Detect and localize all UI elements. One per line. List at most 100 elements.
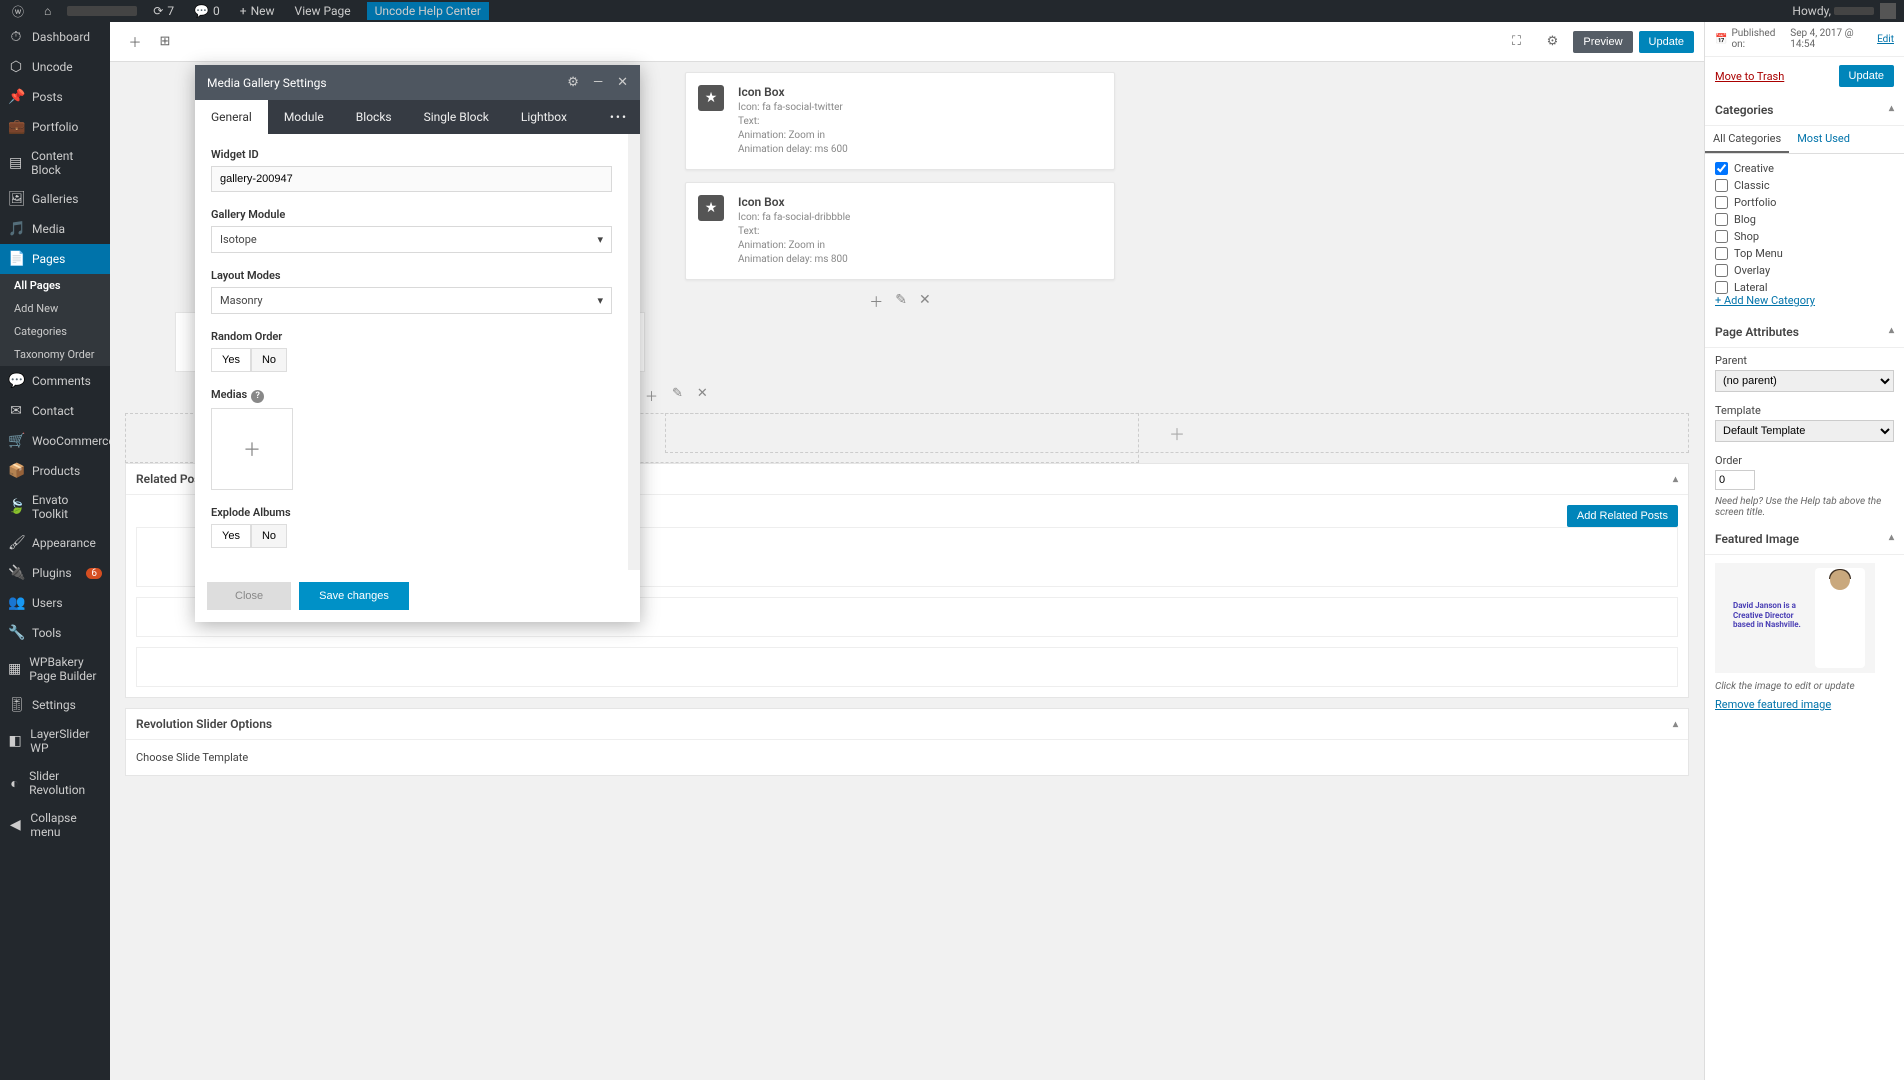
cat-classic[interactable]: Classic	[1715, 177, 1894, 194]
edit-icon[interactable]: ✎	[672, 386, 683, 405]
icon-box-block[interactable]: ★ Icon Box Icon: fa fa-social-dribbble T…	[685, 182, 1115, 280]
add-block-button[interactable]: ＋	[120, 27, 150, 57]
tab-lightbox[interactable]: Lightbox	[505, 100, 583, 134]
updates-link[interactable]: ⟳ 7	[149, 4, 178, 18]
uncode-help-link[interactable]: Uncode Help Center	[367, 2, 489, 20]
tab-general[interactable]: General	[195, 100, 268, 134]
modal-close-icon[interactable]: ✕	[617, 75, 628, 90]
preview-button[interactable]: Preview	[1573, 31, 1632, 53]
random-yes-button[interactable]: Yes	[211, 348, 251, 372]
add-media-button[interactable]: ＋	[211, 408, 293, 490]
tab-singleblock[interactable]: Single Block	[408, 100, 505, 134]
delete-icon[interactable]: ✕	[697, 386, 708, 405]
remove-featured-link[interactable]: Remove featured image	[1705, 698, 1904, 721]
comments-link[interactable]: 💬 0	[190, 4, 224, 18]
icon-box-block[interactable]: ★ Icon Box Icon: fa fa-social-twitter Te…	[685, 72, 1115, 170]
sidebar-item-contact[interactable]: ✉Contact	[0, 396, 110, 426]
widget-id-input[interactable]	[211, 166, 612, 192]
order-input[interactable]	[1715, 470, 1755, 490]
collapse-icon[interactable]: ▴	[1889, 325, 1894, 339]
tab-more-icon[interactable]: •••	[598, 100, 640, 134]
tab-most-used[interactable]: Most Used	[1789, 126, 1858, 153]
sidebar-item-revslider[interactable]: ◐Slider Revolution	[0, 762, 110, 804]
submenu-all-pages[interactable]: All Pages	[0, 274, 110, 297]
sidebar-item-settings[interactable]: 🎚Settings	[0, 690, 110, 720]
gallery-module-select[interactable]: Isotope▾	[211, 226, 612, 253]
sidebar-item-woo[interactable]: 🛒WooCommerce	[0, 426, 110, 456]
featured-image[interactable]: David Janson is a Creative Director base…	[1715, 563, 1875, 673]
cat-topmenu[interactable]: Top Menu	[1715, 245, 1894, 262]
howdy-text[interactable]: Howdy,	[1792, 4, 1874, 18]
sidebar-item-comments[interactable]: 💬Comments	[0, 366, 110, 396]
sidebar-item-portfolio[interactable]: 💼Portfolio	[0, 112, 110, 142]
sidebar-item-dashboard[interactable]: ⏱Dashboard	[0, 22, 110, 52]
add-related-button[interactable]: Add Related Posts	[1567, 505, 1678, 527]
fullscreen-icon[interactable]: ⛶	[1501, 27, 1531, 57]
update-button[interactable]: Update	[1639, 31, 1694, 53]
template-button[interactable]: ⊞	[150, 27, 180, 57]
sidebar-item-envato[interactable]: 🍃Envato Toolkit	[0, 486, 110, 528]
sidebar-item-contentblock[interactable]: ▤Content Block	[0, 142, 110, 184]
tab-all-categories[interactable]: All Categories	[1705, 126, 1789, 153]
add-category-link[interactable]: + Add New Category	[1705, 294, 1904, 317]
modal-minimize-icon[interactable]: —	[593, 75, 603, 90]
cat-portfolio[interactable]: Portfolio	[1715, 194, 1894, 211]
template-select[interactable]: Default Template	[1715, 420, 1894, 442]
add-element-button[interactable]: ＋	[665, 413, 1689, 453]
sidebar-item-appearance[interactable]: 🖌Appearance	[0, 528, 110, 558]
sidebar-item-users[interactable]: 👥Users	[0, 588, 110, 618]
site-name[interactable]	[67, 6, 137, 16]
cat-shop[interactable]: Shop	[1715, 228, 1894, 245]
collapse-icon[interactable]: ▴	[1673, 474, 1678, 485]
sidebar-item-layerslider[interactable]: ◧LayerSlider WP	[0, 720, 110, 762]
collapse-icon[interactable]: ▴	[1889, 103, 1894, 117]
add-icon[interactable]: ＋	[869, 292, 883, 312]
choose-slide-label: Choose Slide Template	[136, 751, 248, 764]
layout-select[interactable]: Masonry▾	[211, 287, 612, 314]
sidebar-item-pages[interactable]: 📄Pages	[0, 244, 110, 274]
submenu-categories[interactable]: Categories	[0, 320, 110, 343]
parent-select[interactable]: (no parent)	[1715, 370, 1894, 392]
explode-yes-button[interactable]: Yes	[211, 524, 251, 548]
help-icon[interactable]: ?	[251, 390, 264, 403]
tab-blocks[interactable]: Blocks	[340, 100, 408, 134]
published-date: Sep 4, 2017 @ 14:54	[1790, 28, 1873, 50]
sidebar-item-products[interactable]: 📦Products	[0, 456, 110, 486]
explode-no-button[interactable]: No	[251, 524, 287, 548]
random-no-button[interactable]: No	[251, 348, 287, 372]
tab-module[interactable]: Module	[268, 100, 340, 134]
cat-overlay[interactable]: Overlay	[1715, 262, 1894, 279]
wp-logo-icon[interactable]: ⓦ	[8, 3, 28, 20]
cat-blog[interactable]: Blog	[1715, 211, 1894, 228]
sidebar-item-galleries[interactable]: 🖼Galleries	[0, 184, 110, 214]
collapse-icon[interactable]: ▴	[1673, 719, 1678, 730]
settings-icon[interactable]: ⚙	[1537, 27, 1567, 57]
avatar[interactable]	[1880, 3, 1896, 19]
collapse-icon[interactable]: ▴	[1889, 532, 1894, 546]
sidebar-item-media[interactable]: 🎵Media	[0, 214, 110, 244]
sidebar-item-tools[interactable]: 🔧Tools	[0, 618, 110, 648]
modal-settings-icon[interactable]: ⚙	[567, 75, 579, 90]
modal-save-button[interactable]: Save changes	[299, 582, 409, 610]
trash-link[interactable]: Move to Trash	[1715, 70, 1784, 83]
view-page-link[interactable]: View Page	[291, 4, 355, 18]
sidebar-item-uncode[interactable]: ⬡Uncode	[0, 52, 110, 82]
chevron-down-icon: ▾	[597, 233, 603, 246]
sidebar-item-posts[interactable]: 📌Posts	[0, 82, 110, 112]
categories-title: Categories	[1715, 103, 1773, 117]
new-link[interactable]: + New	[236, 4, 279, 18]
home-icon[interactable]: ⌂	[40, 4, 55, 18]
sidebar-item-wpbakery[interactable]: ▦WPBakery Page Builder	[0, 648, 110, 690]
submenu-add-new[interactable]: Add New	[0, 297, 110, 320]
delete-icon[interactable]: ✕	[919, 292, 931, 312]
cat-creative[interactable]: Creative	[1715, 160, 1894, 177]
submenu-taxonomy[interactable]: Taxonomy Order	[0, 343, 110, 366]
edit-date-link[interactable]: Edit	[1877, 34, 1894, 45]
modal-close-button[interactable]: Close	[207, 582, 291, 610]
cat-lateral[interactable]: Lateral	[1715, 279, 1894, 294]
publish-update-button[interactable]: Update	[1839, 65, 1894, 87]
add-icon[interactable]: ＋	[645, 386, 658, 405]
edit-icon[interactable]: ✎	[895, 292, 907, 312]
sidebar-item-collapse[interactable]: ◀Collapse menu	[0, 804, 110, 846]
sidebar-item-plugins[interactable]: 🔌Plugins6	[0, 558, 110, 588]
